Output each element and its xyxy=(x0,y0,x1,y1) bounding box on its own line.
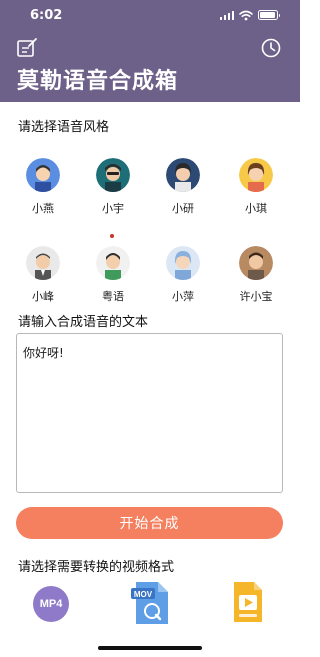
voice-option-xiaoyu[interactable]: 小宇 xyxy=(83,158,143,216)
voice-name: 小萍 xyxy=(172,290,194,303)
voice-name: 许小宝 xyxy=(239,290,273,303)
app-header: 6:02 莫勒语音合成箱 xyxy=(0,0,300,102)
voice-name: 小宇 xyxy=(102,202,124,215)
status-time: 6:02 xyxy=(30,8,63,23)
start-synthesis-button[interactable]: 开始合成 xyxy=(16,507,283,539)
video-file-icon[interactable] xyxy=(232,580,264,624)
battery-icon xyxy=(258,10,280,20)
status-bar: 6:02 xyxy=(0,0,300,28)
video-format-options: MP4 MOV xyxy=(0,580,300,630)
boy-avatar-icon xyxy=(26,158,60,192)
man-avatar-icon xyxy=(96,158,130,192)
voice-name: 小燕 xyxy=(32,202,54,215)
voice-option-xiaoqi[interactable]: 小琪 xyxy=(226,158,286,216)
voice-name: 小峰 xyxy=(32,290,54,303)
voice-option-xiaoping[interactable]: 小萍 xyxy=(153,246,213,304)
synthesis-text-input[interactable]: 你好呀! xyxy=(16,333,283,493)
woman-avatar-icon xyxy=(166,246,200,280)
voice-option-xiaoyan[interactable]: 小燕 xyxy=(13,158,73,216)
signal-icon xyxy=(219,10,234,20)
home-indicator xyxy=(98,646,202,650)
mov-file-icon[interactable]: MOV xyxy=(130,580,170,626)
mov-label: MOV xyxy=(134,590,153,599)
history-clock-icon[interactable] xyxy=(260,37,282,59)
status-icons xyxy=(219,9,280,21)
voice-name: 小琪 xyxy=(245,202,267,215)
video-format-label: 请选择需要转换的视频格式 xyxy=(18,560,175,575)
app-title: 莫勒语音合成箱 xyxy=(17,69,179,94)
edit-icon[interactable] xyxy=(16,37,38,59)
wifi-icon xyxy=(239,10,253,20)
woman-avatar-icon xyxy=(166,158,200,192)
voice-option-cantonese[interactable]: 粤语 xyxy=(83,234,143,304)
man-suit-avatar-icon xyxy=(26,246,60,280)
girl-avatar-icon xyxy=(239,158,273,192)
mp4-label: MP4 xyxy=(39,598,63,610)
selected-indicator xyxy=(110,234,114,238)
voice-style-label: 请选择语音风格 xyxy=(18,120,110,135)
voice-option-xuxiaobao[interactable]: 许小宝 xyxy=(226,246,286,304)
voice-name: 小研 xyxy=(172,202,194,215)
voice-option-xiaoyan2[interactable]: 小研 xyxy=(153,158,213,216)
voice-option-xiaofeng[interactable]: 小峰 xyxy=(13,246,73,304)
boy-avatar-icon xyxy=(96,246,130,280)
text-input-label: 请输入合成语音的文本 xyxy=(18,315,149,330)
mp4-icon[interactable]: MP4 xyxy=(33,586,69,622)
voice-name: 粤语 xyxy=(102,290,124,303)
man-avatar-icon xyxy=(239,246,273,280)
